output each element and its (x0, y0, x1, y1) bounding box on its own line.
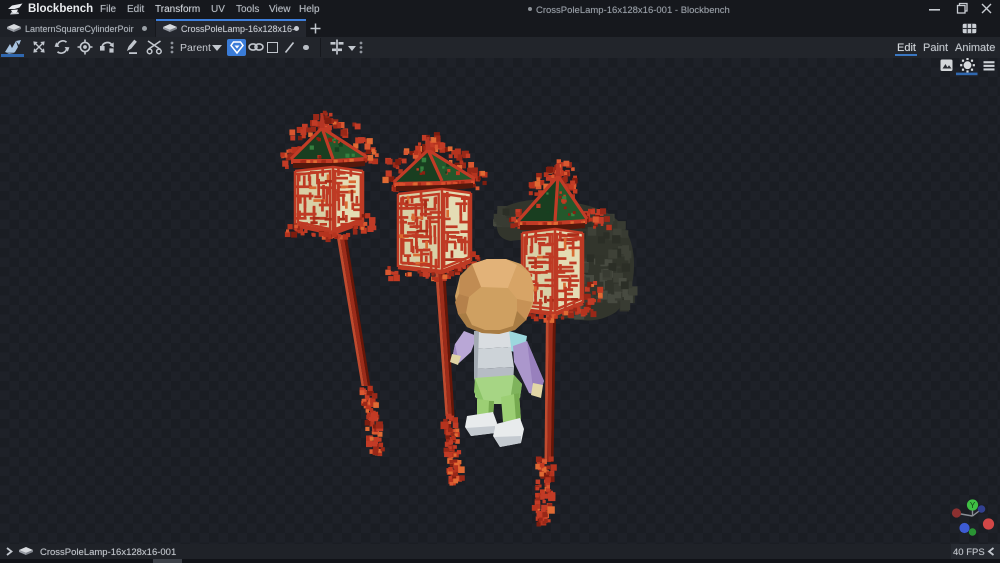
svg-text:Y: Y (970, 501, 976, 510)
